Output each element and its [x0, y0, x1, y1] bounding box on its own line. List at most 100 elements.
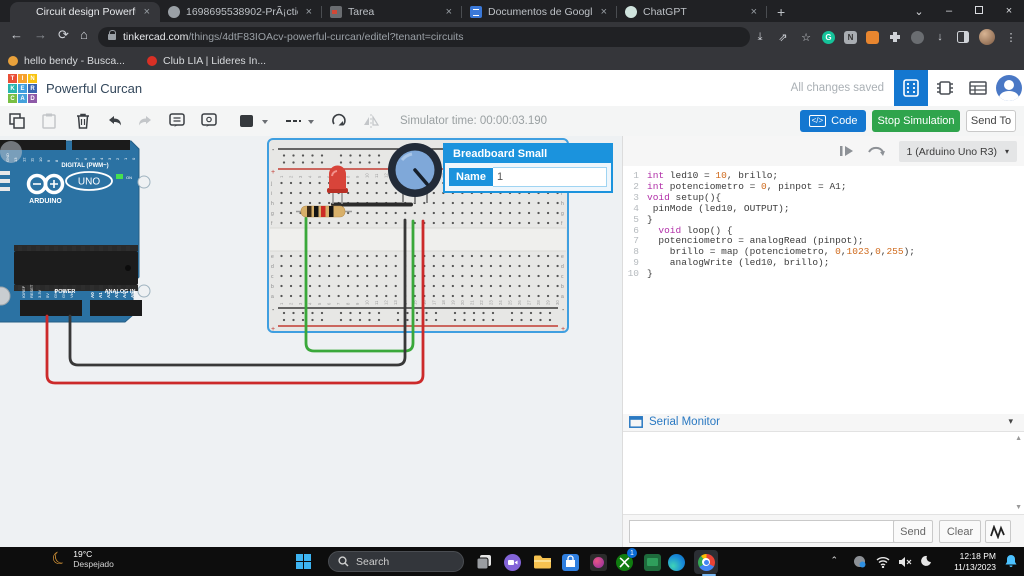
breadboard-hole[interactable]	[556, 285, 558, 287]
browser-tab-4[interactable]: Documentos de Google×	[462, 2, 617, 22]
forward-icon[interactable]: →	[34, 27, 47, 42]
scroll-up-icon[interactable]: ▲	[1015, 435, 1022, 442]
breadboard-hole[interactable]	[357, 212, 359, 214]
breadboard-hole[interactable]	[499, 295, 501, 297]
breadboard-hole[interactable]	[528, 255, 530, 257]
breadboard-hole[interactable]	[359, 312, 361, 314]
annotation-icon[interactable]	[168, 112, 186, 130]
side-panel-icon[interactable]	[956, 30, 970, 44]
breadboard-hole[interactable]	[452, 202, 454, 204]
breadboard-hole[interactable]	[359, 319, 361, 321]
downloads-icon[interactable]: ↓	[933, 30, 947, 44]
breadboard-hole[interactable]	[347, 285, 349, 287]
breadboard-hole[interactable]	[280, 275, 282, 277]
breadboard-hole[interactable]	[280, 192, 282, 194]
breadboard-hole[interactable]	[366, 275, 368, 277]
serial-clear-button[interactable]: Clear	[939, 520, 981, 543]
breadboard-hole[interactable]	[461, 212, 463, 214]
breadboard-hole[interactable]	[509, 285, 511, 287]
breadboard-hole[interactable]	[463, 319, 465, 321]
breadboard-hole[interactable]	[337, 222, 339, 224]
breadboard-hole[interactable]	[283, 154, 285, 156]
breadboard-hole[interactable]	[547, 295, 549, 297]
breadboard-hole[interactable]	[480, 222, 482, 224]
breadboard-hole[interactable]	[397, 312, 399, 314]
breadboard-hole[interactable]	[328, 295, 330, 297]
breadboard-hole[interactable]	[518, 275, 520, 277]
copy-icon[interactable]	[8, 112, 26, 130]
adobe-app-icon[interactable]	[586, 550, 610, 574]
breadboard-hole[interactable]	[452, 275, 454, 277]
breadboard-hole[interactable]	[347, 265, 349, 267]
breadboard-hole[interactable]	[480, 212, 482, 214]
breadboard-hole[interactable]	[280, 285, 282, 287]
grammarly-extension-icon[interactable]: G	[822, 31, 835, 44]
serial-plotter-button[interactable]	[985, 520, 1011, 543]
breadboard-hole[interactable]	[530, 319, 532, 321]
breadboard-hole[interactable]	[530, 312, 532, 314]
breadboard-hole[interactable]	[539, 312, 541, 314]
breadboard-hole[interactable]	[309, 192, 311, 194]
bookmark-item-1[interactable]: hello bendy - Busca...	[8, 55, 125, 67]
breadboard-hole[interactable]	[461, 285, 463, 287]
breadboard-hole[interactable]	[480, 255, 482, 257]
breadboard-hole[interactable]	[366, 182, 368, 184]
breadboard-hole[interactable]	[385, 192, 387, 194]
breadboard-hole[interactable]	[473, 319, 475, 321]
breadboard-hole[interactable]	[528, 222, 530, 224]
breadboard-hole[interactable]	[471, 275, 473, 277]
breadboard-hole[interactable]	[556, 255, 558, 257]
breadboard-hole[interactable]	[461, 255, 463, 257]
breadboard-hole[interactable]	[347, 255, 349, 257]
breadboard-hole[interactable]	[518, 202, 520, 204]
breadboard-hole[interactable]	[309, 202, 311, 204]
breadboard-hole[interactable]	[499, 265, 501, 267]
breadboard-hole[interactable]	[490, 212, 492, 214]
breadboard-hole[interactable]	[471, 255, 473, 257]
browser-menu-icon[interactable]: ⋮	[1004, 30, 1018, 44]
breadboard-hole[interactable]	[299, 255, 301, 257]
browser-tab-3[interactable]: Tarea×	[322, 2, 462, 22]
breadboard-hole[interactable]	[318, 202, 320, 204]
breadboard-hole[interactable]	[556, 265, 558, 267]
breadboard-hole[interactable]	[556, 212, 558, 214]
breadboard-hole[interactable]	[442, 255, 444, 257]
breadboard-hole[interactable]	[318, 295, 320, 297]
breadboard-hole[interactable]	[302, 161, 304, 163]
breadboard-hole[interactable]	[490, 222, 492, 224]
breadboard-hole[interactable]	[471, 202, 473, 204]
breadboard-hole[interactable]	[433, 275, 435, 277]
onedrive-tray-icon[interactable]	[853, 555, 866, 573]
taskbar-clock[interactable]: 12:18 PM 11/13/2023	[954, 551, 996, 572]
breadboard-hole[interactable]	[499, 222, 501, 224]
breadboard-hole[interactable]	[328, 265, 330, 267]
breadboard-hole[interactable]	[280, 222, 282, 224]
breadboard-hole[interactable]	[357, 192, 359, 194]
breadboard-hole[interactable]	[290, 182, 292, 184]
breadboard-hole[interactable]	[509, 255, 511, 257]
bookmark-item-2[interactable]: Club LIA | Lideres In...	[147, 55, 266, 67]
breadboard-hole[interactable]	[528, 285, 530, 287]
breadboard-hole[interactable]	[340, 319, 342, 321]
breadboard-hole[interactable]	[385, 182, 387, 184]
breadboard-hole[interactable]	[280, 255, 282, 257]
serial-monitor-output[interactable]: ▲ ▼	[623, 431, 1024, 515]
breadboard-hole[interactable]	[537, 255, 539, 257]
toggle-annotations-icon[interactable]	[200, 112, 218, 130]
breadboard-hole[interactable]	[433, 212, 435, 214]
wire-style-dropdown[interactable]	[284, 112, 318, 130]
breadboard-hole[interactable]	[433, 285, 435, 287]
breadboard-hole[interactable]	[518, 265, 520, 267]
scroll-down-icon[interactable]: ▼	[1015, 504, 1022, 511]
breadboard-hole[interactable]	[556, 275, 558, 277]
breadboard-hole[interactable]	[556, 295, 558, 297]
reload-icon[interactable]: ⟳	[58, 27, 69, 43]
breadboard-hole[interactable]	[452, 295, 454, 297]
breadboard-hole[interactable]	[452, 265, 454, 267]
notion-extension-icon[interactable]: N	[844, 31, 857, 44]
breadboard-hole[interactable]	[528, 265, 530, 267]
breadboard-hole[interactable]	[461, 275, 463, 277]
send-to-button[interactable]: Send To	[966, 110, 1016, 132]
code-line[interactable]: 9 analogWrite (led10, brillo);	[623, 258, 1024, 269]
breadboard-hole[interactable]	[357, 285, 359, 287]
